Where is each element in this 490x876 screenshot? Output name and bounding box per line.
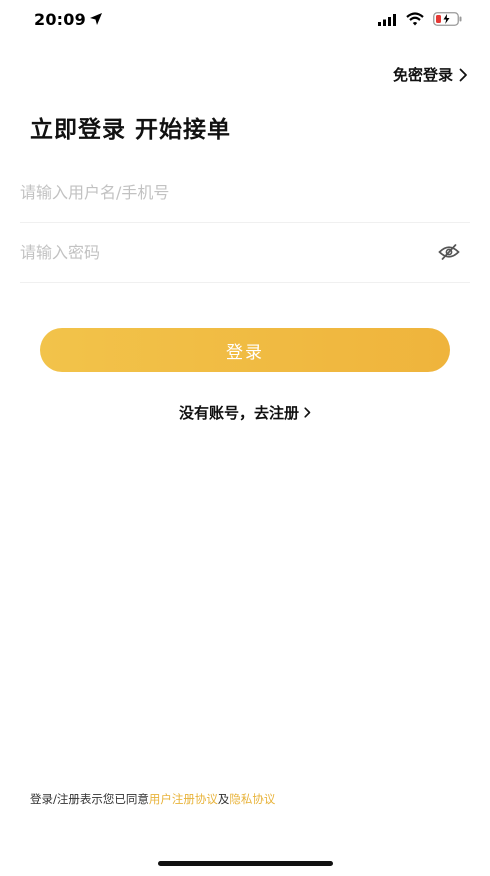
quick-login-link[interactable]: 免密登录 <box>393 64 468 85</box>
quick-login-label: 免密登录 <box>392 66 453 84</box>
chevron-right-icon <box>304 407 311 418</box>
agreement-prefix: 登录/注册表示您已同意 <box>30 792 149 806</box>
signal-icon <box>378 14 396 26</box>
chevron-right-icon <box>459 68 467 81</box>
login-button[interactable]: 登录 <box>40 328 450 372</box>
privacy-policy-link[interactable]: 隐私协议 <box>229 792 275 806</box>
register-label: 没有账号，去注册 <box>178 404 299 422</box>
agreement-and: 及 <box>217 792 230 806</box>
home-indicator <box>158 861 333 866</box>
username-input[interactable] <box>20 162 420 222</box>
user-agreement-link[interactable]: 用户注册协议 <box>149 792 218 806</box>
page-title: 立即登录 开始接单 <box>30 117 232 143</box>
agreement-text: 登录/注册表示您已同意用户注册协议及隐私协议 <box>30 791 275 807</box>
eye-off-icon[interactable] <box>438 244 460 260</box>
username-field-container <box>20 162 470 223</box>
status-bar: 20:09 <box>0 0 490 44</box>
password-input[interactable] <box>20 222 420 282</box>
wifi-icon <box>406 12 424 26</box>
register-link[interactable]: 没有账号，去注册 <box>0 402 490 423</box>
location-arrow-icon <box>90 13 102 25</box>
password-field-container <box>20 222 470 283</box>
battery-charging-icon <box>433 12 462 26</box>
status-time: 20:09 <box>34 10 86 29</box>
